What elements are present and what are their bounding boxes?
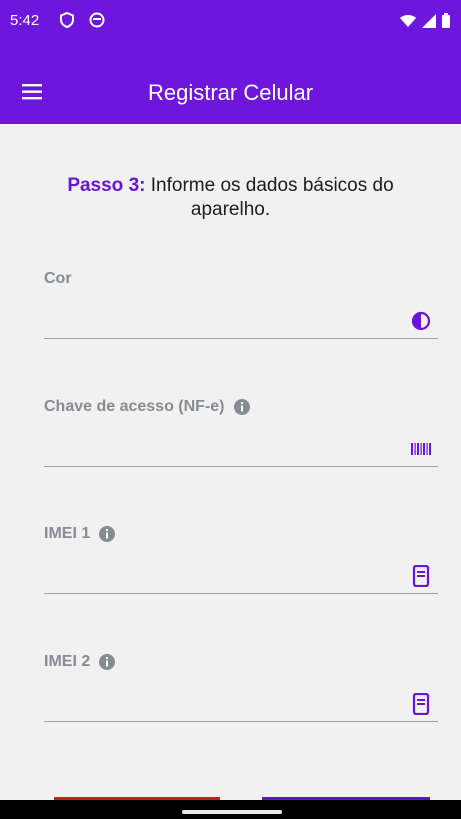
status-icons-left (58, 11, 106, 29)
record-icon (89, 12, 105, 28)
imei1-input[interactable] (44, 545, 398, 591)
app-bar: Registrar Celular (0, 44, 461, 124)
color-field-label: Cor (44, 270, 72, 287)
color-field[interactable]: Cor (44, 270, 438, 350)
color-drop-icon (411, 311, 431, 331)
signal-icon (422, 14, 436, 28)
color-input[interactable] (44, 290, 398, 336)
status-time: 5:42 (10, 12, 40, 29)
home-handle[interactable] (182, 810, 282, 814)
imei2-label: IMEI 2 (44, 653, 91, 670)
barcode-icon[interactable] (410, 438, 432, 460)
imei1-label: IMEI 1 (44, 525, 91, 542)
imei1-underline (44, 593, 438, 594)
step-instruction: Passo 3: Informe os dados básicos do apa… (48, 174, 413, 222)
imei2-field[interactable]: IMEI 2 (44, 653, 438, 733)
shield-icon (60, 11, 74, 29)
wifi-icon (400, 15, 416, 27)
imei2-underline (44, 721, 438, 722)
info-icon[interactable] (98, 525, 116, 543)
info-icon[interactable] (98, 653, 116, 671)
nfe-key-input[interactable] (44, 418, 398, 464)
imei2-input[interactable] (44, 673, 398, 719)
phone-icon (412, 693, 430, 715)
nfe-key-label: Chave de acesso (NF-e) (44, 398, 225, 415)
status-icons-right (399, 12, 451, 30)
status-bar: 5:42 (0, 0, 461, 44)
phone-icon (412, 565, 430, 587)
battery-icon (442, 13, 450, 28)
page-title: Registrar Celular (147, 80, 314, 105)
form-content: Passo 3: Informe os dados básicos do apa… (0, 124, 461, 799)
imei1-field[interactable]: IMEI 1 (44, 525, 438, 605)
navigation-bar (0, 800, 461, 819)
step-text: Informe os dados básicos do aparelho. (145, 175, 394, 220)
nfe-key-underline (44, 466, 438, 467)
nfe-key-field[interactable]: Chave de acesso (NF-e) (44, 398, 438, 478)
color-field-underline (44, 338, 438, 339)
info-icon[interactable] (233, 398, 251, 416)
step-number: Passo 3: (67, 175, 146, 196)
